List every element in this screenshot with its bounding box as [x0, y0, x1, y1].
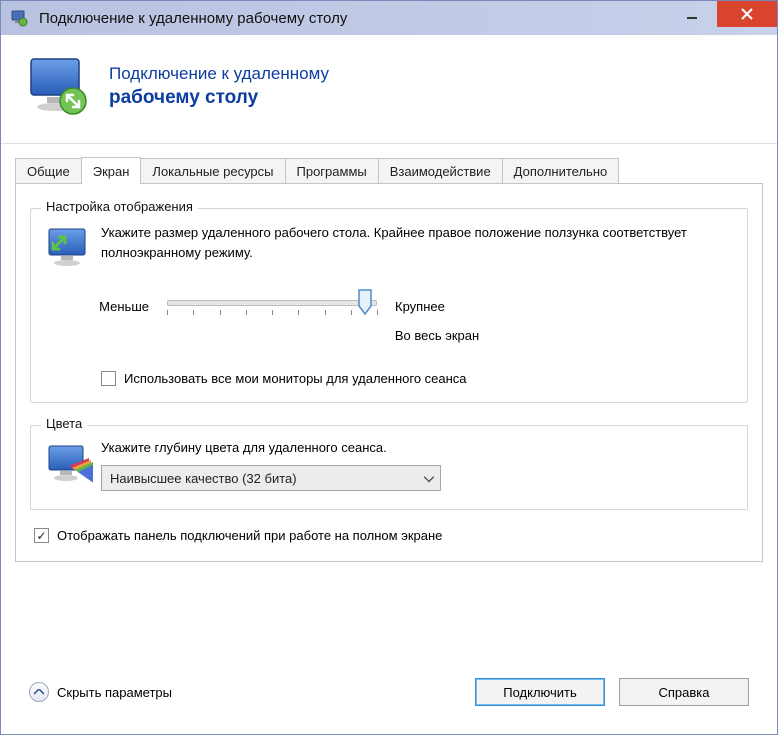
slider-min-label: Меньше	[89, 299, 149, 314]
close-icon	[740, 7, 754, 21]
color-depth-dropdown[interactable]: Наивысшее качество (32 бита)	[101, 465, 441, 491]
multi-monitor-row: Использовать все мои мониторы для удален…	[101, 371, 733, 386]
banner-text: Подключение к удаленному рабочему столу	[109, 62, 329, 110]
resolution-slider[interactable]	[167, 290, 377, 322]
tab-general[interactable]: Общие	[15, 158, 82, 183]
title-controls	[667, 1, 777, 35]
hide-options-link[interactable]: Скрыть параметры	[29, 682, 172, 702]
group-colors: Цвета	[30, 425, 748, 510]
colors-icon	[45, 440, 101, 493]
banner-line2: рабочему столу	[109, 86, 329, 111]
chevron-up-icon	[29, 682, 49, 702]
help-button[interactable]: Справка	[619, 678, 749, 706]
group-display-legend: Настройка отображения	[41, 199, 198, 214]
banner: Подключение к удаленному рабочему столу	[1, 35, 777, 144]
minimize-button[interactable]	[667, 1, 717, 27]
slider-thumb[interactable]	[357, 288, 373, 319]
resolution-slider-row: Меньше	[89, 290, 733, 322]
connection-bar-row: Отображать панель подключений при работе…	[34, 528, 744, 543]
tabs-body: Настройка отображения	[15, 184, 763, 562]
tab-experience[interactable]: Взаимодействие	[378, 158, 503, 183]
tabstrip: Общие Экран Локальные ресурсы Программы …	[15, 156, 763, 184]
color-depth-value: Наивысшее качество (32 бита)	[110, 471, 297, 486]
multi-monitor-label[interactable]: Использовать все мои мониторы для удален…	[124, 371, 467, 386]
footer: Скрыть параметры Подключить Справка	[15, 662, 763, 720]
multi-monitor-checkbox[interactable]	[101, 371, 116, 386]
slider-value-label: Во весь экран	[141, 328, 733, 343]
footer-buttons: Подключить Справка	[475, 678, 749, 706]
group-display-config: Настройка отображения	[30, 208, 748, 403]
titlebar: Подключение к удаленному рабочему столу	[1, 1, 777, 35]
display-config-desc: Укажите размер удаленного рабочего стола…	[101, 223, 733, 262]
group-colors-legend: Цвета	[41, 416, 87, 431]
display-config-icon	[45, 223, 101, 272]
minimize-icon	[686, 8, 698, 20]
close-button[interactable]	[717, 1, 777, 27]
tab-advanced[interactable]: Дополнительно	[502, 158, 620, 183]
colors-desc: Укажите глубину цвета для удаленного сеа…	[101, 440, 733, 455]
chevron-down-icon	[424, 471, 434, 486]
rdc-window: Подключение к удаленному рабочему столу	[0, 0, 778, 735]
window-title: Подключение к удаленному рабочему столу	[39, 10, 347, 27]
tab-local-resources[interactable]: Локальные ресурсы	[140, 158, 285, 183]
banner-icon	[23, 51, 93, 121]
connection-bar-label[interactable]: Отображать панель подключений при работе…	[57, 528, 442, 543]
slider-ticks	[167, 310, 377, 318]
connection-bar-checkbox[interactable]	[34, 528, 49, 543]
banner-line1: Подключение к удаленному	[109, 62, 329, 86]
tab-programs[interactable]: Программы	[285, 158, 379, 183]
app-icon	[9, 8, 29, 28]
slider-max-label: Крупнее	[395, 299, 455, 314]
connect-button[interactable]: Подключить	[475, 678, 605, 706]
hide-options-label: Скрыть параметры	[57, 685, 172, 700]
tab-display[interactable]: Экран	[81, 157, 142, 184]
client-area: Общие Экран Локальные ресурсы Программы …	[1, 144, 777, 734]
